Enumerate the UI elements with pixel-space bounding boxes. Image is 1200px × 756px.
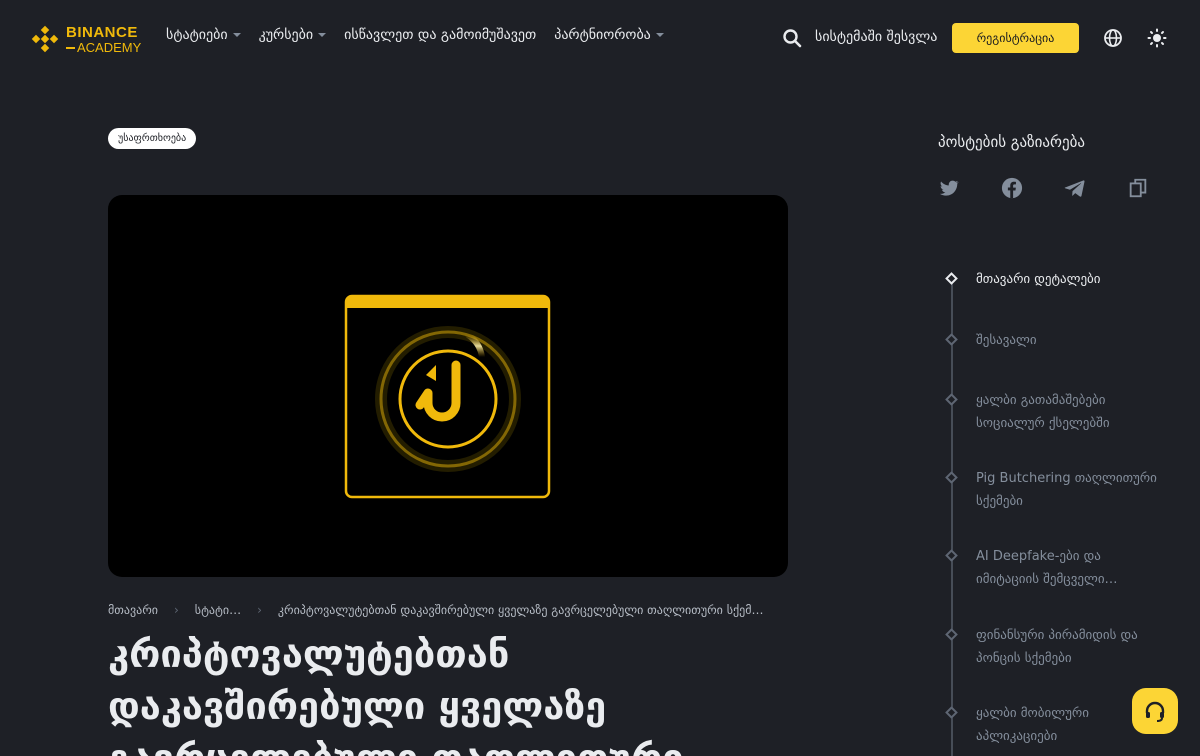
nav-courses-label: კურსები <box>258 27 314 43</box>
copy-icon[interactable] <box>1127 177 1149 199</box>
telegram-icon[interactable] <box>1064 177 1086 199</box>
top-header: BINANCE ACADEMY სტატიები კურსები ისწავლე… <box>0 0 1200 76</box>
chevron-right-icon: › <box>257 603 262 617</box>
chevron-right-icon: › <box>173 603 179 617</box>
category-tag[interactable]: უსაფრთხოება <box>108 128 197 149</box>
support-chat-button[interactable] <box>1132 688 1178 734</box>
main-nav: სტატიები კურსები ისწავლეთ და გამოიმუშავე… <box>166 27 682 43</box>
toc-item-label: ყალბი გათამაშებები სოციალურ ქსელებში <box>976 393 1110 431</box>
headset-icon <box>1145 701 1165 722</box>
nav-articles-label: სტატიები <box>166 27 228 43</box>
breadcrumb-home[interactable]: მთავარი <box>108 603 158 617</box>
nav-learn-and-earn[interactable]: ისწავლეთ და გამოიმუშავეთ <box>344 27 536 43</box>
toc-item-ponzi-schemes[interactable]: ფინანსური პირამიდის და პონცის სქემები <box>940 624 1166 670</box>
scam-hook-illustration <box>344 294 551 499</box>
facebook-icon[interactable] <box>1001 177 1023 199</box>
nav-partnership-label: პარტნიორობა <box>554 27 651 43</box>
register-button[interactable]: რეგისტრაცია <box>952 23 1079 53</box>
toc-item-label: ფინანსური პირამიდის და პონცის სქემები <box>976 628 1138 666</box>
nav-courses[interactable]: კურსები <box>259 27 327 43</box>
nav-partnership[interactable]: პარტნიორობა <box>554 27 664 43</box>
twitter-icon[interactable] <box>938 177 960 199</box>
chevron-down-icon <box>232 33 241 37</box>
binance-academy-logo[interactable]: BINANCE ACADEMY <box>30 24 141 54</box>
nav-articles[interactable]: სტატიები <box>166 27 241 43</box>
article-title-line: კრიპტოვალუტებთან <box>108 632 510 676</box>
logo-text-binance: BINANCE <box>66 23 138 41</box>
hero-image <box>108 195 788 577</box>
search-icon[interactable] <box>782 28 802 48</box>
login-link[interactable]: სისტემაში შესვლა <box>815 29 937 45</box>
theme-icon[interactable] <box>1147 28 1167 48</box>
toc-marker-icon <box>945 549 958 562</box>
toc-item-ai-deepfakes[interactable]: AI Deepfake-ები და იმიტაციის შემცველი… <box>940 545 1166 591</box>
breadcrumb-current: კრიპტოვალუტებთან დაკავშირებული ყველაზე გ… <box>277 603 764 617</box>
article-title-line: გავრცელებული თაღლითური <box>108 732 808 756</box>
nav-learn-and-earn-label: ისწავლეთ და გამოიმუშავეთ <box>344 27 537 43</box>
toc-marker-icon <box>945 706 958 719</box>
share-buttons <box>938 177 1190 199</box>
toc-item-pig-butchering[interactable]: Pig Butchering თაღლითური სქემები <box>940 467 1166 513</box>
breadcrumb-articles[interactable]: სტატი… <box>195 603 241 617</box>
toc-item-label: მთავარი დეტალები <box>976 272 1101 287</box>
toc-item-fake-giveaways[interactable]: ყალბი გათამაშებები სოციალურ ქსელებში <box>940 389 1166 435</box>
toc-marker-icon <box>945 393 958 406</box>
share-title: პოსტების გაზიარება <box>938 133 1085 151</box>
toc-item-label: შესავალი <box>976 333 1037 348</box>
chevron-down-icon <box>318 33 327 37</box>
toc-marker-icon <box>945 628 958 641</box>
article-title-line: დაკავშირებული ყველაზე <box>108 684 607 728</box>
toc-item-introduction[interactable]: შესავალი <box>940 329 1166 352</box>
toc-item-label: AI Deepfake-ები და იმიტაციის შემცველი… <box>976 549 1118 587</box>
globe-icon[interactable] <box>1103 28 1123 48</box>
chevron-down-icon <box>655 33 664 37</box>
toc-marker-icon <box>945 333 958 346</box>
binance-logo-icon <box>31 25 59 53</box>
breadcrumb: მთავარი › სტატი… › კრიპტოვალუტებთან დაკა… <box>108 603 763 617</box>
toc-item-key-details[interactable]: მთავარი დეტალები <box>940 268 1166 291</box>
toc-marker-icon <box>945 471 958 484</box>
logo-text-academy: ACADEMY <box>66 41 141 54</box>
toc-item-label: Pig Butchering თაღლითური სქემები <box>976 471 1157 509</box>
article-title: კრიპტოვალუტებთან დაკავშირებული ყველაზე გ… <box>108 628 808 756</box>
toc-marker-icon <box>945 272 958 285</box>
